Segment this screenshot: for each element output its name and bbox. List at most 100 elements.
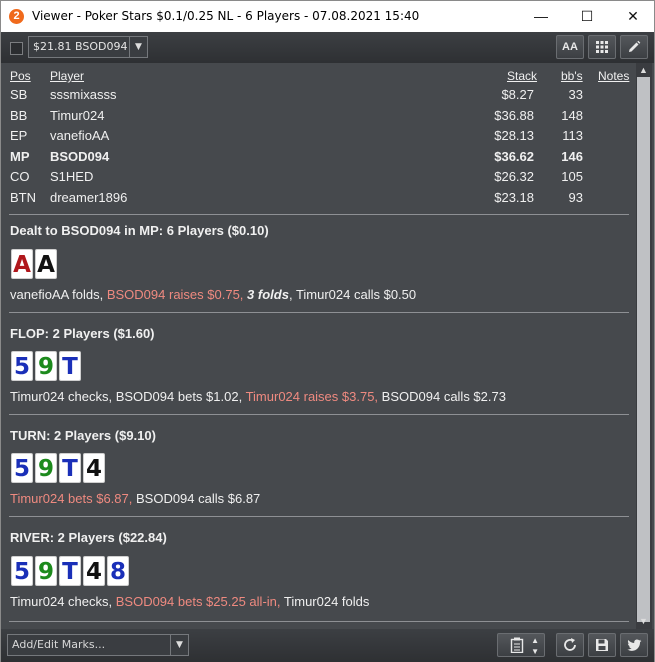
playing-card-9-clubs: 9 [35, 351, 57, 381]
marks-select[interactable]: Add/Edit Marks... ▼ [7, 634, 189, 656]
scrollbar-thumb[interactable] [637, 77, 650, 622]
player-name: dreamer1896 [50, 190, 128, 205]
player-stack: $28.13 [494, 128, 534, 143]
minimize-icon: — [534, 8, 548, 24]
bottom-toolbar: Add/Edit Marks... ▼ ▲ ▼ [1, 629, 654, 662]
hand-select-value: $21.81 BSOD094 [33, 40, 128, 53]
player-pos: BTN [10, 190, 36, 205]
header-pos[interactable]: Pos [10, 69, 31, 83]
playing-card-9-clubs: 9 [35, 453, 57, 483]
window-title: Viewer - Poker Stars $0.1/0.25 NL - 6 Pl… [32, 9, 420, 23]
player-row[interactable]: BB Timur024 $36.88 148 [1, 108, 636, 128]
playing-card-a-spades: A [35, 249, 57, 279]
action-text: , Timur024 calls $0.50 [288, 287, 417, 302]
player-bbs: 146 [561, 149, 583, 164]
river-cards: 59T48 [11, 556, 131, 588]
player-pos: SB [10, 87, 28, 102]
twitter-icon [626, 639, 641, 651]
twitter-button[interactable] [620, 633, 648, 657]
divider [9, 214, 629, 215]
player-row[interactable]: BTN dreamer1896 $23.18 93 [1, 190, 636, 210]
player-row[interactable]: CO S1HED $26.32 105 [1, 169, 636, 189]
playing-card-5-diamonds: 5 [11, 351, 33, 381]
divider [9, 621, 629, 622]
action-text: Timur024 folds [283, 594, 370, 609]
player-stack: $23.18 [494, 190, 534, 205]
player-name: S1HED [50, 169, 94, 184]
divider [9, 414, 629, 415]
player-stack: $36.88 [494, 108, 534, 123]
turn-actions: Timur024 bets $6.87, BSOD094 calls $6.87 [10, 491, 260, 506]
player-pos: BB [10, 108, 28, 123]
player-name: BSOD094 [50, 149, 110, 164]
clipboard-icon [510, 637, 524, 654]
hand-history-content: Pos Player Stack bb's Notes SB sssmixasss… [1, 63, 636, 629]
flop-actions: Timur024 checks, BSOD094 bets $1.02, Tim… [10, 389, 506, 404]
player-name: Timur024 [50, 108, 105, 123]
playing-card-8-diamonds: 8 [107, 556, 129, 586]
refresh-icon [564, 638, 576, 651]
font-size-button[interactable]: AA [556, 35, 584, 59]
grid-button[interactable] [588, 35, 616, 59]
vertical-scrollbar[interactable]: ▲ ▼ [636, 63, 652, 629]
player-stack: $26.32 [494, 169, 534, 184]
river-heading: RIVER: 2 Players ($22.84) [10, 530, 167, 545]
font-size-icon: AA [562, 41, 578, 53]
player-bbs: 148 [561, 108, 583, 123]
player-name: sssmixasss [50, 87, 117, 102]
minimize-button[interactable]: — [518, 1, 564, 32]
refresh-button[interactable] [556, 633, 584, 657]
flop-cards: 59T [11, 351, 83, 383]
flop-heading: FLOP: 2 Players ($1.60) [10, 326, 155, 341]
viewer-window: 2 Viewer - Poker Stars $0.1/0.25 NL - 6 … [0, 0, 655, 662]
action-text: BSOD094 calls $6.87 [135, 491, 261, 506]
playing-card-4-spades: 4 [83, 453, 105, 483]
hero-action-text: BSOD094 bets $25.25 all-in, [115, 594, 284, 609]
playing-card-t-diamonds: T [59, 556, 81, 586]
player-pos: CO [10, 169, 30, 184]
player-bbs: 93 [568, 190, 583, 205]
player-bbs: 33 [568, 87, 583, 102]
save-button[interactable] [588, 633, 616, 657]
action-text: vanefioAA folds, [10, 287, 107, 302]
maximize-button[interactable]: ☐ [564, 1, 610, 32]
preflop-cards: AA [11, 249, 59, 281]
chevron-down-icon: ▼ [129, 37, 147, 57]
player-bbs: 113 [562, 128, 583, 143]
header-player[interactable]: Player [50, 69, 84, 83]
playing-card-5-diamonds: 5 [11, 556, 33, 586]
turn-cards: 59T4 [11, 453, 107, 485]
close-button[interactable]: ✕ [610, 1, 655, 32]
river-actions: Timur024 checks, BSOD094 bets $25.25 all… [10, 594, 369, 609]
header-notes[interactable]: Notes [598, 69, 629, 83]
header-bbs[interactable]: bb's [561, 69, 583, 83]
title-bar: 2 Viewer - Poker Stars $0.1/0.25 NL - 6 … [1, 1, 654, 32]
action-text: Timur024 checks, BSOD094 bets $1.02, [10, 389, 246, 404]
playing-card-5-diamonds: 5 [11, 453, 33, 483]
edit-button[interactable] [620, 35, 648, 59]
chevron-down-icon: ▼ [170, 635, 188, 655]
player-row[interactable]: EP vanefioAA $28.13 113 [1, 128, 636, 148]
divider [9, 312, 629, 313]
preflop-actions: vanefioAA folds, BSOD094 raises $0.75, 3… [10, 287, 416, 302]
playing-card-9-clubs: 9 [35, 556, 57, 586]
player-row[interactable]: MP BSOD094 $36.62 146 [1, 149, 636, 169]
hand-checkbox[interactable] [10, 42, 23, 55]
scroll-up-icon[interactable]: ▲ [639, 65, 648, 75]
hero-action-text: BSOD094 raises $0.75, [106, 287, 248, 302]
scroll-down-icon[interactable]: ▼ [639, 616, 648, 626]
player-row[interactable]: SB sssmixasss $8.27 33 [1, 87, 636, 107]
playing-card-t-diamonds: T [59, 351, 81, 381]
action-text: 3 folds [247, 287, 289, 302]
save-icon [596, 639, 608, 651]
app-logo-icon: 2 [9, 9, 24, 24]
marks-select-value: Add/Edit Marks... [12, 638, 106, 651]
hand-select[interactable]: $21.81 BSOD094 ▼ [28, 36, 148, 58]
turn-heading: TURN: 2 Players ($9.10) [10, 428, 156, 443]
clipboard-button[interactable]: ▲ ▼ [497, 633, 545, 657]
pencil-icon [629, 40, 641, 52]
hero-action-text: Timur024 raises $3.75, [245, 389, 382, 404]
player-stack: $36.62 [494, 149, 534, 164]
header-stack[interactable]: Stack [507, 69, 537, 83]
close-icon: ✕ [627, 8, 639, 24]
